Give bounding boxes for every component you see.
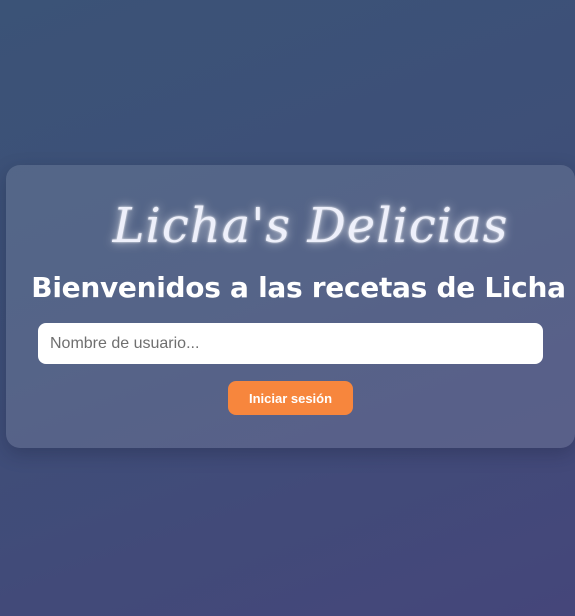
login-card: Licha's Delicias Bienvenidos a las recet…: [6, 165, 575, 448]
welcome-heading: Bienvenidos a las recetas de Licha: [31, 271, 566, 304]
login-button[interactable]: Iniciar sesión: [228, 381, 353, 415]
page: { "login": { "brand_title": "Licha's Del…: [0, 0, 575, 616]
username-input[interactable]: [38, 323, 543, 364]
brand-title: Licha's Delicias: [112, 198, 509, 254]
